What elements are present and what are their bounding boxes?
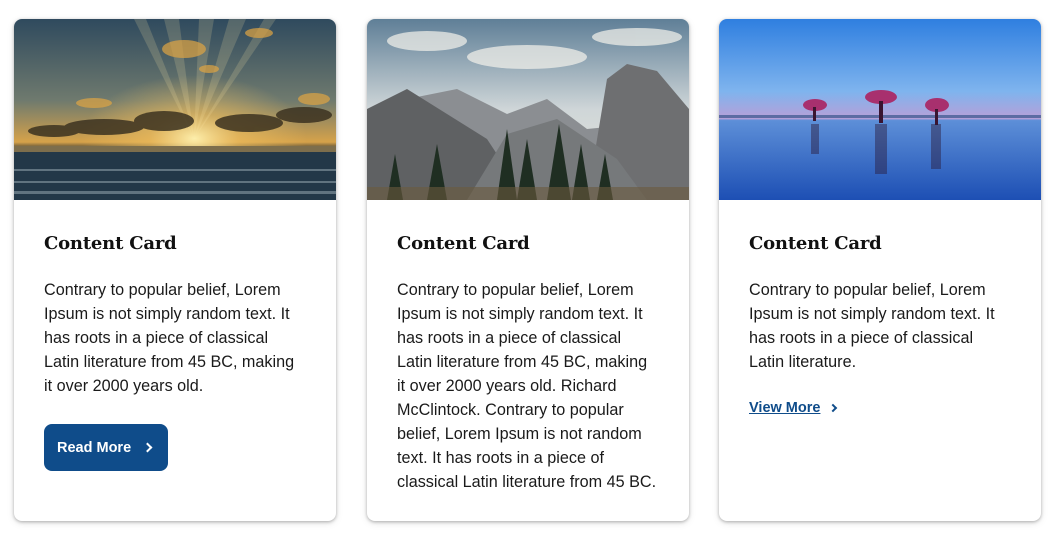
- card-image-lake: [719, 19, 1041, 200]
- card-title: Content Card: [44, 233, 177, 254]
- content-card: Content Card Contrary to popular belief,…: [367, 19, 689, 521]
- card-image-sunset: [14, 19, 336, 200]
- card-text: Contrary to popular belief, Lorem Ipsum …: [397, 281, 657, 491]
- card-text: Contrary to popular belief, Lorem Ipsum …: [44, 281, 295, 395]
- content-card: Content Card Contrary to popular belief,…: [719, 19, 1041, 521]
- chevron-right-icon: [142, 442, 153, 453]
- card-text: Contrary to popular belief, Lorem Ipsum …: [749, 281, 995, 371]
- card-image-mountains: [367, 19, 689, 200]
- read-more-button[interactable]: Read More: [44, 424, 169, 471]
- card-grid: Content Card Contrary to popular belief,…: [0, 0, 1056, 542]
- card-title: Content Card: [749, 233, 882, 254]
- view-more-link[interactable]: View More: [749, 400, 840, 416]
- chevron-right-icon: [829, 403, 838, 413]
- card-title: Content Card: [397, 233, 530, 254]
- content-card: Content Card Contrary to popular belief,…: [14, 19, 336, 521]
- view-more-label: View More: [749, 400, 821, 416]
- read-more-label: Read More: [57, 439, 132, 456]
